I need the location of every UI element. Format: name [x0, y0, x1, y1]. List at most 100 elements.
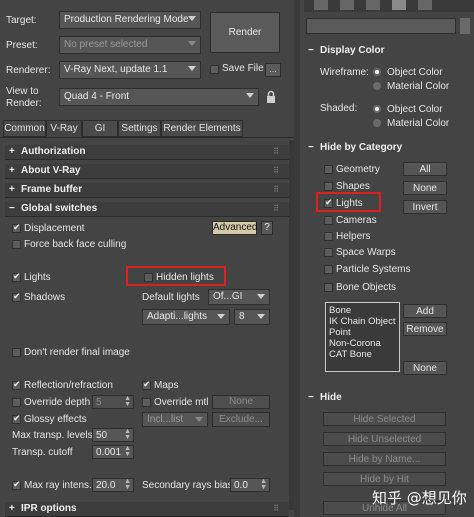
shaded-material-color-radio[interactable] [373, 119, 381, 127]
transp-cutoff-value: 0.001 [96, 447, 122, 458]
target-dropdown[interactable]: Production Rendering Mode [59, 11, 201, 29]
list-item[interactable]: Point [329, 327, 396, 338]
list-item[interactable]: IK Chain Object [329, 316, 396, 327]
preset-placeholder: No preset selected [64, 39, 148, 50]
help-button[interactable]: ? [261, 221, 273, 235]
list-item[interactable]: Non-Corona [329, 338, 396, 349]
secondary-rays-bias-label: Secondary rays bias [142, 480, 233, 491]
glossy-effects-label: Glossy effects [24, 414, 87, 425]
lights-checkbox[interactable] [12, 271, 21, 282]
glossy-effects-checkbox[interactable] [12, 413, 21, 424]
wireframe-object-color-radio[interactable] [373, 68, 381, 76]
secondary-rays-bias-spinner[interactable]: 0.0 ▲ ▼ [230, 478, 270, 492]
target-value: Production Rendering Mode [64, 14, 189, 25]
render-button[interactable]: Render [210, 12, 280, 53]
rollout-authorization[interactable]: + Authorization ⠿ [5, 145, 289, 160]
wireframe-material-color-radio[interactable] [373, 82, 381, 90]
display-tab-icon[interactable] [392, 0, 406, 10]
force-back-face-checkbox[interactable] [12, 240, 21, 249]
lock-icon[interactable] [265, 90, 277, 104]
shadows-checkbox[interactable] [12, 291, 21, 302]
view-label-line1: View to [6, 86, 39, 97]
name-field[interactable] [306, 18, 456, 34]
list-none-button[interactable]: None [403, 361, 447, 375]
rollout-title: About V-Ray [21, 165, 81, 176]
display-color-rollout[interactable]: − Display Color [306, 45, 466, 59]
maps-checkbox[interactable] [142, 379, 151, 390]
category-list[interactable]: Bone IK Chain Object Point Non-Corona CA… [325, 302, 400, 372]
more-icon[interactable]: … [265, 63, 281, 77]
hide-unselected-button[interactable]: Hide Unselected [323, 432, 446, 446]
particle-systems-checkbox[interactable] [324, 265, 333, 274]
override-mtl-none-button[interactable]: None [212, 395, 270, 409]
all-button[interactable]: All [403, 162, 447, 176]
hide-rollout[interactable]: − Hide [306, 392, 466, 406]
bone-objects-checkbox[interactable] [324, 283, 333, 292]
advanced-mode-button[interactable]: Advanced [212, 221, 257, 235]
renderer-dropdown[interactable]: V-Ray Next, update 1.1 [59, 61, 201, 79]
create-tab-icon[interactable] [314, 0, 328, 10]
rollout-frame-buffer[interactable]: + Frame buffer ⠿ [5, 183, 289, 198]
tab-render-elements[interactable]: Render Elements [161, 120, 243, 137]
max-ray-intens-spinner[interactable]: 20.0 ▲ ▼ [92, 478, 134, 492]
hierarchy-tab-icon[interactable] [366, 0, 380, 10]
hide-by-name-button[interactable]: Hide by Name... [323, 452, 446, 466]
invert-button[interactable]: Invert [403, 200, 447, 214]
max-transp-levels-label: Max transp. levels [12, 430, 93, 441]
modify-tab-icon[interactable] [340, 0, 354, 10]
dont-render-final-checkbox[interactable] [12, 348, 21, 357]
hide-by-hit-button[interactable]: Hide by Hit [323, 472, 446, 486]
list-item[interactable]: CAT Bone [329, 349, 396, 360]
adaptive-lights-dropdown[interactable]: Adapti...lights [142, 309, 230, 325]
geometry-checkbox[interactable] [324, 165, 333, 174]
adaptive-lights-count[interactable]: 8 [234, 309, 270, 325]
include-list-dropdown[interactable]: Incl...list [142, 412, 208, 427]
shaded-object-color-radio[interactable] [373, 105, 381, 113]
exclude-button[interactable]: Exclude... [212, 412, 270, 427]
rollout-ipr-options[interactable]: + IPR options ⠿ [5, 502, 289, 517]
cameras-checkbox[interactable] [324, 216, 333, 225]
hide-by-category-rollout[interactable]: − Hide by Category [306, 142, 466, 156]
shapes-checkbox[interactable] [324, 182, 333, 191]
max-transp-levels-spinner[interactable]: 50 ▲ ▼ [92, 428, 134, 442]
remove-button[interactable]: Remove [403, 322, 447, 336]
dont-render-final-label: Don't render final image [24, 347, 130, 358]
space-warps-label: Space Warps [336, 247, 396, 258]
tab-vray[interactable]: V-Ray [46, 120, 82, 137]
override-mtl-checkbox[interactable] [142, 398, 151, 407]
space-warps-checkbox[interactable] [324, 248, 333, 257]
displacement-checkbox[interactable] [12, 222, 21, 233]
rollout-global-switches[interactable]: − Global switches ⠿ [5, 202, 289, 217]
chevron-down-icon [246, 93, 254, 98]
tab-gi[interactable]: GI [82, 120, 118, 137]
wireframe-object-color-label: Object Color [387, 67, 443, 78]
utilities-tab-icon[interactable] [418, 0, 432, 10]
view-dropdown[interactable]: Quad 4 - Front [59, 88, 259, 106]
add-button[interactable]: Add [403, 304, 447, 318]
override-depth-spinner[interactable]: 5 ▲ ▼ [92, 395, 134, 409]
secondary-rays-bias-value: 0.0 [234, 480, 248, 491]
preset-dropdown[interactable]: No preset selected [59, 36, 201, 54]
color-swatch[interactable] [460, 18, 470, 34]
reflection-refraction-checkbox[interactable] [12, 379, 21, 390]
default-lights-dropdown[interactable]: Of...GI [208, 289, 270, 305]
particle-systems-label: Particle Systems [336, 264, 411, 275]
hide-selected-button[interactable]: Hide Selected [323, 412, 446, 426]
renderer-label: Renderer: [6, 65, 51, 76]
tab-common[interactable]: Common [3, 120, 46, 137]
rollout-sign: − [308, 45, 314, 56]
target-label: Target: [6, 15, 37, 26]
chevron-down-icon [188, 16, 196, 21]
helpers-checkbox[interactable] [324, 232, 333, 241]
max-ray-intens-checkbox[interactable] [12, 479, 21, 490]
none-button[interactable]: None [403, 181, 447, 195]
shaded-material-color-label: Material Color [387, 118, 450, 129]
chevron-down-icon [195, 417, 203, 422]
transp-cutoff-spinner[interactable]: 0.001 ▲ ▼ [92, 445, 134, 459]
override-depth-checkbox[interactable] [12, 398, 21, 407]
rollout-about-vray[interactable]: + About V-Ray ⠿ [5, 164, 289, 179]
save-file-checkbox[interactable] [210, 65, 219, 74]
list-item[interactable]: Bone [329, 305, 396, 316]
hidden-lights-highlight [126, 266, 226, 286]
tab-settings[interactable]: Settings [118, 120, 161, 137]
